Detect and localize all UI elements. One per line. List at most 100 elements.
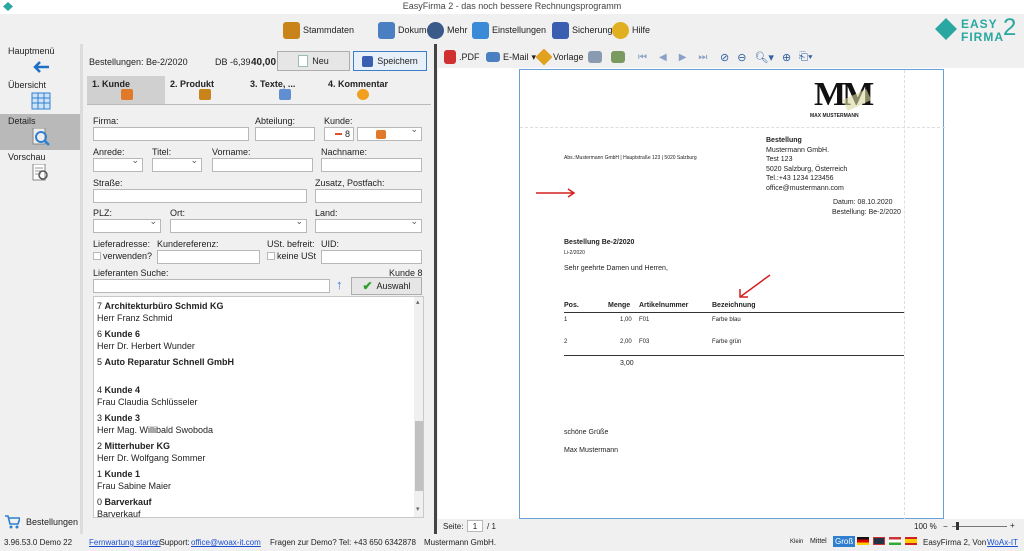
- toolbar-einstellungen-button[interactable]: Einstellungen: [472, 19, 546, 41]
- zoom-icon[interactable]: 🔍︎▾: [754, 51, 774, 64]
- keine-ust-checkbox[interactable]: [267, 252, 275, 260]
- arrow-up-icon[interactable]: ↑: [336, 277, 343, 292]
- sidebar-item-vorschau[interactable]: Vorschau: [0, 150, 80, 186]
- item-cell: F03: [639, 339, 650, 345]
- list-item[interactable]: 3 Kunde 3 Herr Mag. Willibald Swoboda: [97, 412, 213, 436]
- list-item[interactable]: 2 Mitterhuber KG Herr Dr. Wolfgang Sommer: [97, 440, 205, 464]
- list-item[interactable]: 0 Barverkauf Barverkauf: [97, 496, 152, 517]
- sidebar-item-hauptmenu[interactable]: Hauptmenü: [0, 44, 80, 78]
- uid-input[interactable]: [321, 250, 422, 264]
- abteilung-label: Abteilung:: [255, 116, 296, 126]
- tab-kunde[interactable]: 1. Kunde: [87, 76, 165, 104]
- kundenreferenz-input[interactable]: [157, 250, 260, 264]
- splitter-main[interactable]: [434, 44, 437, 534]
- document-page: MM MAX MUSTERMANN Abs.:Mustermann GmbH |…: [519, 69, 945, 520]
- list-item[interactable]: 4 Kunde 4 Frau Claudia Schlüsseler: [97, 384, 198, 408]
- address-line: Bestellung: [766, 137, 802, 144]
- titel-label: Titel:: [152, 147, 172, 157]
- scroll-thumb[interactable]: [415, 421, 423, 491]
- brand-logo: EASY FIRMA 2: [935, 14, 1024, 44]
- size-gross[interactable]: Groß: [833, 536, 856, 547]
- kunde-number-field[interactable]: 8: [324, 127, 354, 141]
- splitter[interactable]: [80, 44, 83, 534]
- sidebar-bestellungen[interactable]: Bestellungen: [0, 512, 80, 534]
- item-cell: 2,00: [620, 339, 632, 345]
- scroll-down-icon[interactable]: ▾: [416, 505, 420, 513]
- last-page-icon[interactable]: ⏭: [698, 52, 707, 63]
- plz-select[interactable]: [93, 216, 161, 233]
- help-icon: [612, 21, 629, 39]
- email-button[interactable]: E-Mail ▾: [486, 46, 536, 68]
- zoom-out-icon[interactable]: ⊖: [737, 51, 746, 64]
- customer-list-items: 7 Architekturbüro Schmid KG Herr Franz Sc…: [94, 297, 414, 517]
- support-email-link[interactable]: office@woax-it.com: [191, 538, 261, 547]
- next-page-icon[interactable]: ▶: [679, 52, 687, 63]
- lieferanten-suche-label: Lieferanten Suche:: [93, 268, 169, 278]
- new-button[interactable]: Neu: [277, 51, 350, 71]
- scroll-up-icon[interactable]: ▴: [416, 298, 420, 306]
- toolbar-hilfe-button[interactable]: Hilfe: [612, 19, 650, 41]
- document-heading: Bestellung Be-2/2020: [564, 239, 635, 246]
- flag-uk-icon[interactable]: [873, 537, 885, 545]
- kunde-select[interactable]: [357, 124, 422, 141]
- list-item[interactable]: 1 Kunde 1 Frau Sabine Maier: [97, 468, 171, 492]
- header-rule: [564, 312, 904, 313]
- list-item[interactable]: 5 Auto Reparatur Schnell GmbH: [97, 356, 234, 368]
- verwenden-checkbox[interactable]: [93, 252, 101, 260]
- nachname-input[interactable]: [321, 158, 422, 172]
- pdf-button[interactable]: .PDF: [444, 46, 480, 68]
- tab-kommentar[interactable]: 4. Kommentar: [323, 76, 411, 104]
- titel-select[interactable]: [152, 155, 202, 172]
- product-cart-icon: [199, 89, 211, 100]
- company-logo: MM MAX MUSTERMANN: [810, 76, 874, 119]
- company-name: Mustermann GmbH.: [424, 538, 497, 547]
- firma-input[interactable]: [93, 127, 249, 141]
- list-scrollbar[interactable]: ▴ ▾: [414, 297, 423, 517]
- ort-select[interactable]: [170, 216, 307, 233]
- prev-page-icon[interactable]: ◀: [659, 52, 667, 63]
- zoom-plus-icon[interactable]: +: [1010, 521, 1015, 530]
- flag-es-icon[interactable]: [905, 537, 917, 545]
- sidebar-item-details[interactable]: Details: [0, 114, 80, 150]
- auswahl-button[interactable]: ✔ Auswahl: [351, 277, 422, 295]
- gears-icon: [472, 21, 489, 39]
- save-button[interactable]: Speichern: [353, 51, 427, 71]
- page-input[interactable]: 1: [467, 520, 483, 532]
- zoom-slider-handle[interactable]: [956, 522, 959, 530]
- first-page-icon[interactable]: ⏮: [638, 52, 647, 63]
- flag-hu-icon[interactable]: [889, 537, 901, 545]
- land-select[interactable]: [315, 216, 422, 233]
- toolbar-stammdaten-button[interactable]: Stammdaten: [283, 19, 354, 41]
- tab-produkt[interactable]: 2. Produkt: [165, 76, 245, 104]
- print-button[interactable]: [588, 46, 602, 68]
- page-setup-icon[interactable]: ⎗▾: [799, 51, 812, 64]
- zoom-minus-icon[interactable]: −: [943, 522, 948, 531]
- strasse-input[interactable]: [93, 189, 307, 203]
- size-klein[interactable]: Klein: [790, 539, 803, 545]
- zoom-in-icon[interactable]: ⊕: [782, 51, 791, 64]
- toolbar-sicherung-button[interactable]: Sicherung: [552, 19, 613, 41]
- order-number: Bestellung: Be-2/2020: [832, 209, 901, 216]
- sidebar-item-ubersicht[interactable]: Übersicht: [0, 78, 80, 114]
- zoom-slider[interactable]: [952, 526, 1007, 527]
- compass-icon[interactable]: ⊘: [720, 51, 729, 64]
- anrede-select[interactable]: [93, 155, 143, 172]
- margin-guide-h: [520, 127, 945, 128]
- fernwartung-link[interactable]: Fernwartung starten: [89, 538, 161, 547]
- list-item[interactable]: 6 Kunde 6 Herr Dr. Herbert Wunder: [97, 328, 195, 352]
- lieferanten-suche-input[interactable]: [93, 279, 330, 293]
- address-line: office@mustermann.com: [766, 184, 844, 192]
- print-options-button[interactable]: [611, 46, 625, 68]
- sidebar: Hauptmenü Übersicht Details Vorschau Bes…: [0, 44, 80, 534]
- vorname-input[interactable]: [212, 158, 313, 172]
- abteilung-input[interactable]: [255, 127, 315, 141]
- list-item[interactable]: 7 Architekturbüro Schmid KG Herr Franz Sc…: [97, 300, 224, 324]
- vorlage-button[interactable]: Vorlage: [535, 46, 584, 68]
- tab-texte[interactable]: 3. Texte, ...: [245, 76, 323, 104]
- size-mittel[interactable]: Mittel: [810, 538, 827, 545]
- flag-de-icon[interactable]: [857, 537, 869, 545]
- vendor-link[interactable]: WoAx-IT: [987, 538, 1018, 547]
- customer-list[interactable]: 7 Architekturbüro Schmid KG Herr Franz Sc…: [93, 296, 424, 518]
- toolbar-mehr-button[interactable]: Mehr: [427, 19, 468, 41]
- zusatz-input[interactable]: [315, 189, 422, 203]
